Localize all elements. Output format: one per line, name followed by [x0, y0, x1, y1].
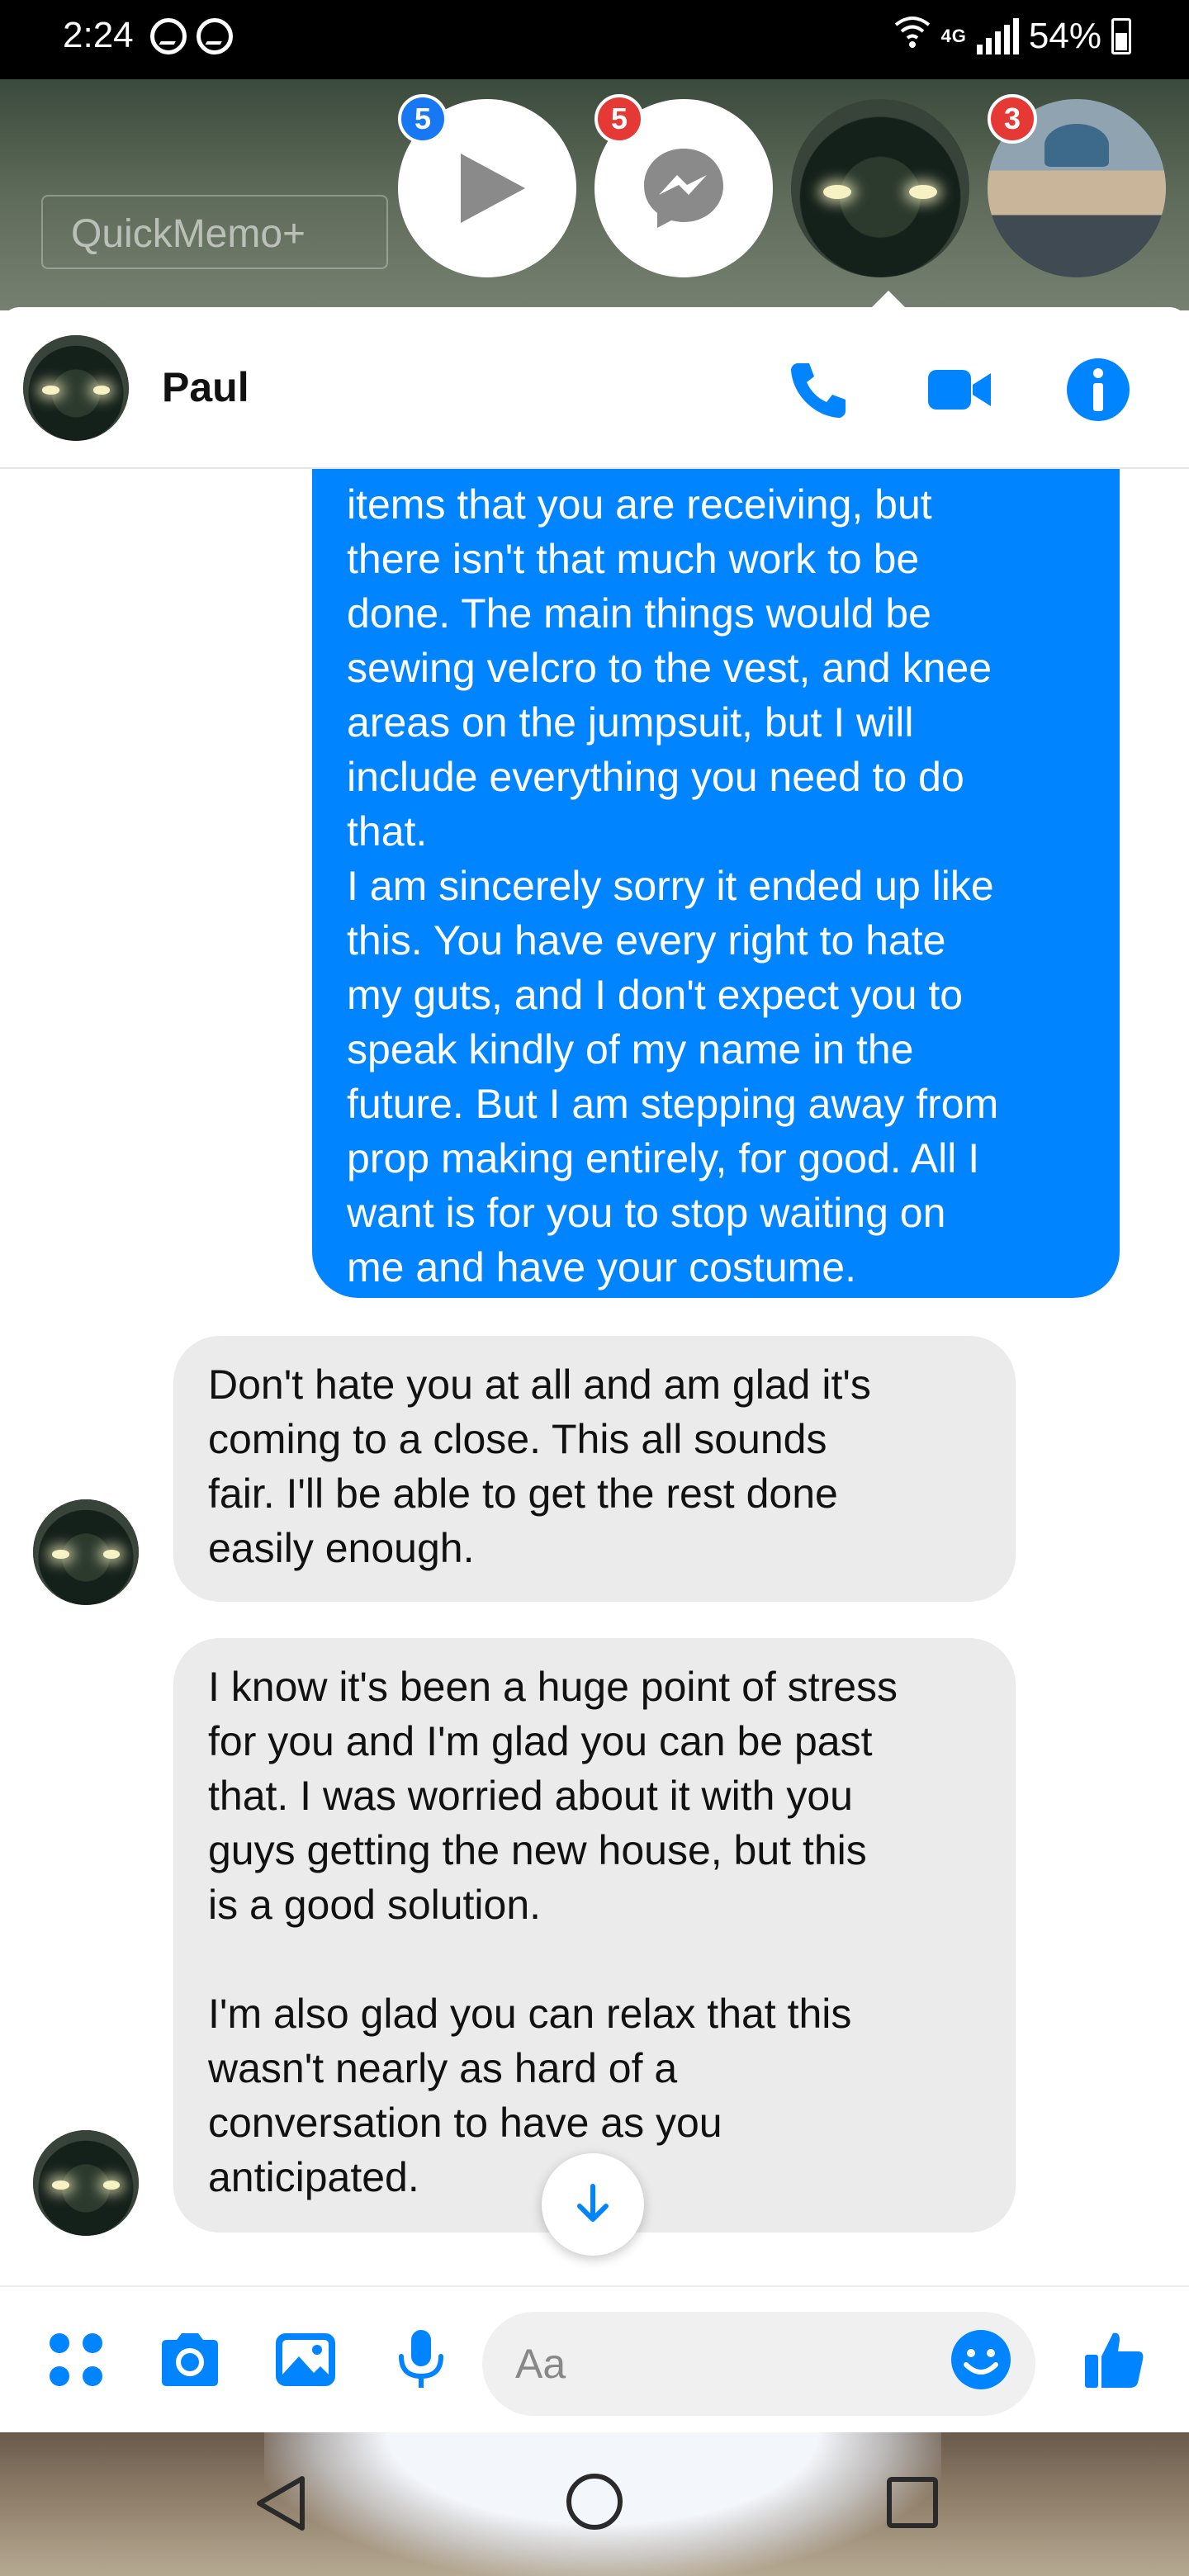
message-input-placeholder: Aa — [515, 2341, 566, 2387]
network-label: 4G — [940, 25, 967, 46]
incoming-message[interactable]: I know it's been a huge point of stress … — [173, 1638, 1016, 2233]
sender-avatar — [33, 2130, 139, 2236]
system-navigation-bar — [0, 2432, 1189, 2576]
messenger-notification-icon — [150, 18, 187, 54]
status-indicators: 4G 54% — [893, 13, 1131, 59]
play-icon — [461, 154, 525, 223]
messenger-icon — [644, 149, 723, 228]
home-icon[interactable] — [566, 2474, 623, 2530]
messenger-notification-icon — [197, 18, 233, 54]
battery-percent: 54% — [1028, 15, 1101, 56]
recent-apps-icon[interactable] — [887, 2477, 938, 2528]
message-composer: Aa — [0, 2285, 1189, 2432]
more-icon[interactable] — [43, 2327, 109, 2393]
video-call-icon[interactable] — [926, 357, 992, 423]
wifi-icon — [893, 13, 931, 59]
outgoing-message[interactable]: items that you are receiving, but there … — [312, 469, 1120, 1298]
conversation-header: Paul — [0, 307, 1189, 469]
emoji-icon[interactable] — [948, 2327, 1014, 2393]
gallery-icon[interactable] — [272, 2327, 339, 2393]
status-bar: 2:24 4G 54% — [0, 0, 1189, 79]
sender-avatar — [33, 1499, 139, 1605]
signal-icon — [976, 17, 1019, 54]
status-time: 2:24 — [63, 15, 134, 55]
car-photo — [791, 99, 969, 277]
camera-icon[interactable] — [157, 2327, 223, 2393]
phone-call-icon[interactable] — [786, 357, 852, 423]
active-chat-pointer — [870, 291, 907, 309]
message-list[interactable]: items that you are receiving, but there … — [0, 469, 1189, 2285]
chat-head-messenger[interactable]: 5 — [594, 94, 773, 277]
chat-head-badge: 3 — [988, 94, 1037, 144]
avatar[interactable] — [23, 335, 129, 441]
back-icon[interactable] — [248, 2470, 314, 2536]
battery-icon — [1111, 17, 1131, 54]
chat-head-play[interactable]: 5 — [398, 94, 576, 277]
chat-head-badge: 5 — [398, 94, 448, 144]
contact-name[interactable]: Paul — [162, 363, 249, 411]
notification-icons — [150, 18, 233, 54]
chat-head-badge: 5 — [594, 94, 644, 144]
chat-head-person[interactable]: 3 — [988, 94, 1166, 277]
chat-head-car[interactable] — [791, 99, 969, 277]
arrow-down-icon — [577, 2184, 609, 2222]
info-icon[interactable] — [1065, 357, 1131, 423]
scroll-to-bottom-button[interactable] — [542, 2153, 644, 2256]
incoming-message[interactable]: Don't hate you at all and am glad it's c… — [173, 1336, 1016, 1602]
microphone-icon[interactable] — [388, 2327, 454, 2393]
background-app-label: QuickMemo+ — [41, 195, 388, 269]
thumbs-up-icon[interactable] — [1082, 2327, 1148, 2393]
